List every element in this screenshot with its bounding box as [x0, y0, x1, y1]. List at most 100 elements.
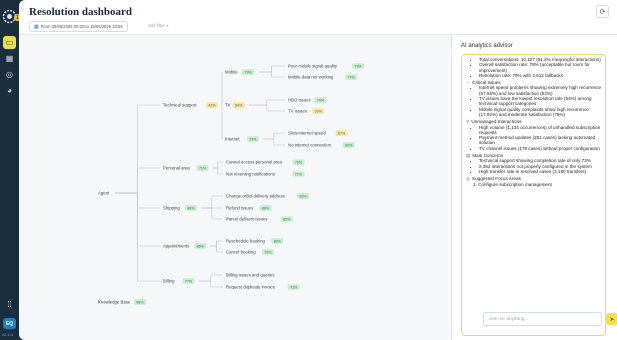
score-pill-value: 80%: [187, 206, 195, 210]
refresh-icon: ⟳: [599, 8, 606, 16]
tree-edge: [212, 167, 223, 175]
chat-icon[interactable]: ▭: [3, 36, 16, 49]
score-pill-value: 83%: [274, 239, 282, 243]
apps-grid-icon[interactable]: ⁞⁞: [3, 298, 16, 311]
advisor-list-item: Overall satisfaction rate: 78% (acceptab…: [479, 62, 602, 73]
refresh-button[interactable]: ⟳: [596, 5, 609, 18]
tree-node-label: Not receiving notifications: [226, 172, 275, 177]
tree-node-tv_issues[interactable]: TV issues 39%: [288, 108, 325, 114]
tree-node-label: Mobile: [225, 70, 238, 75]
score-pill-value: 79%: [295, 160, 303, 164]
score-pill-value: 88%: [262, 206, 270, 210]
resolution-tree: Agent Technical support 43% Personal area 71…: [98, 63, 365, 305]
tree-node-label: Reschedule booking: [226, 239, 266, 244]
tree-node-personal[interactable]: Personal area 71%: [163, 165, 209, 171]
calendar-icon: ▦: [34, 23, 39, 30]
tree-edge: [210, 245, 223, 253]
tree-node-cannot_access[interactable]: Cannot access personal area 79%: [226, 159, 305, 165]
advisor-list-item: Technical support showing completion rat…: [479, 158, 602, 163]
tree-node-label: Parcel delivery issues: [226, 217, 268, 222]
tree-node-knowledge[interactable]: Knowledge Base 96%: [98, 299, 146, 305]
tree-node-no_net[interactable]: No internet connection 80%: [288, 142, 355, 148]
tree-node-label: Billing: [163, 279, 175, 284]
tree-edge: [114, 167, 160, 194]
tree-edge: [114, 192, 160, 282]
tree-node-label: No internet connection: [288, 143, 332, 148]
add-filter-button[interactable]: Add filter ▾: [145, 21, 172, 30]
score-pill-value: 85%: [283, 217, 291, 221]
tree-node-mobile[interactable]: Mobile 79%: [225, 69, 255, 75]
tree-node-label: Internet: [225, 137, 240, 142]
tree-node-internet[interactable]: Internet 73%: [225, 136, 259, 142]
tree-edge: [212, 161, 223, 169]
tree-edge: [248, 104, 285, 112]
tree-node-label: Appointments: [163, 244, 189, 249]
compass-icon[interactable]: ◎: [3, 68, 16, 81]
grid-icon[interactable]: ▦: [3, 52, 16, 65]
score-pill-value: 77%: [347, 75, 355, 79]
score-pill-value: 39%: [315, 109, 323, 113]
chat-input[interactable]: Ask me anything...: [483, 312, 602, 326]
date-range-picker[interactable]: ▦ From 09/05/2025 00:00 to 15/05/2025 23…: [29, 21, 128, 32]
tree-node-change_order[interactable]: Change order delivery address 83%: [226, 193, 310, 199]
tree-edge: [258, 71, 285, 78]
tree-node-label: TV issues: [288, 109, 307, 114]
advisor-list-item: TV issues have the lowest resolution rat…: [479, 96, 602, 107]
date-range-label: From 09/05/2025 00:00 to 15/05/2025 23:5…: [40, 24, 123, 29]
app-version: v2.1.4: [2, 332, 13, 337]
tree-node-appointments[interactable]: Appointments 85%: [163, 243, 207, 249]
tree-node-tech[interactable]: Technical support 43%: [163, 102, 218, 108]
score-pill-value: 79%: [354, 64, 362, 68]
score-pill-value: 80%: [345, 143, 353, 147]
tree-node-agent[interactable]: Agent: [98, 191, 110, 196]
tree-edge: [198, 280, 223, 288]
tree-node-label: Knowledge Base: [98, 300, 131, 305]
tree-node-slow_net[interactable]: Slow internet speed 67%: [288, 130, 348, 136]
tree-node-label: Mobile data not working: [288, 75, 334, 80]
advisor-section-title: Suggested Focus Areas: [472, 176, 521, 182]
tree-node-request_invoice[interactable]: Request duplicate invoice 71%: [226, 284, 300, 290]
tree-node-refund[interactable]: Refund issues 88%: [226, 205, 272, 211]
tree-node-billing_q[interactable]: Billing issues and queries: [226, 273, 275, 278]
pie-chart-icon[interactable]: ◕: [3, 84, 16, 97]
tree-node-label: Slow internet speed: [288, 131, 326, 136]
advisor-list-item: High volume (1,134 occurrences) of unhan…: [479, 125, 602, 136]
target-icon: ◎: [466, 176, 471, 182]
tree-node-label: Cancel booking: [226, 250, 256, 255]
advisor-list: Total conversations: 10,127 (91.2% meani…: [466, 57, 602, 78]
tree-node-label: Agent: [98, 191, 110, 196]
tree-node-label: Refund issues: [226, 206, 253, 211]
tree-node-label: Technical support: [163, 103, 197, 108]
tree-node-mobile_data[interactable]: Mobile data not working 77%: [288, 74, 358, 80]
advisor-list-item: Payment method updates (251 cases) lacki…: [479, 135, 602, 146]
score-pill-value: 71%: [290, 285, 298, 289]
tree-node-poor_signal[interactable]: Poor mobile signal quality 79%: [288, 63, 365, 69]
tree-node-label: Personal area: [163, 166, 190, 171]
tree-node-billing[interactable]: Billing 77%: [163, 278, 195, 284]
page-title: Resolution dashboard: [29, 6, 133, 18]
tree-node-cancel[interactable]: Cancel booking 79%: [226, 249, 274, 255]
tree-edge: [262, 132, 285, 140]
score-pill-value: 67%: [338, 131, 346, 135]
advisor-list-item: Internet speed problems showing extremel…: [479, 85, 602, 96]
tree-node-shipping[interactable]: Shipping 80%: [163, 205, 197, 211]
tree-edge: [200, 207, 223, 220]
nav-rail: 1 ▭ ▦ ◎ ◕ ⁞⁞ EQ v2.1.4: [0, 0, 21, 340]
tree-node-reschedule[interactable]: Reschedule booking 83%: [226, 238, 284, 244]
tree-canvas[interactable]: Agent Technical support 43% Personal area 71…: [19, 35, 451, 340]
advisor-content: Total conversations: 10,127 (91.2% meani…: [466, 57, 602, 187]
advisor-section-title: Unmanaged Interactions: [471, 119, 522, 125]
advisor-ordered-list: Configure subscription management: [466, 182, 602, 187]
advisor-list-item: TV channel issues (179 cases) without pr…: [479, 146, 602, 151]
tree-edge: [200, 195, 223, 209]
tree-edge: [248, 99, 285, 106]
tree-node-tv[interactable]: TV 54%: [225, 102, 245, 108]
advisor-list: High volume (1,134 occurrences) of unhan…: [466, 125, 602, 151]
tree-node-parcel[interactable]: Parcel delivery issues 85%: [226, 216, 293, 222]
advisor-title: AI analytics advisor: [461, 43, 513, 49]
tree-node-not_receiving[interactable]: Not receiving notifications 77%: [226, 171, 305, 177]
user-avatar[interactable]: EQ: [3, 318, 16, 329]
send-button[interactable]: ➤: [606, 313, 617, 325]
tree-node-hbo[interactable]: HBO issues 79%: [288, 97, 327, 103]
add-filter-label: Add filter: [148, 23, 165, 28]
